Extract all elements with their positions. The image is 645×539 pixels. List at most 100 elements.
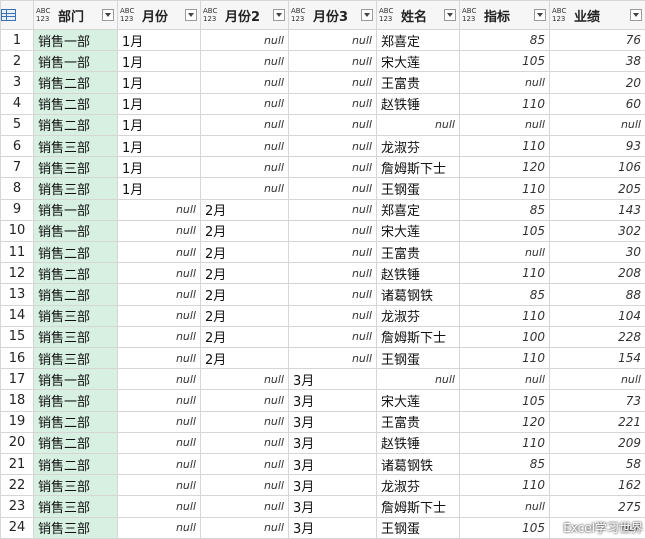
cell-dept[interactable]: 销售一部 <box>33 28 118 52</box>
cell-month2[interactable]: null <box>200 177 289 200</box>
cell-month[interactable]: null <box>117 453 201 476</box>
cell-dept[interactable]: 销售一部 <box>33 389 118 412</box>
cell-month[interactable]: 1月 <box>117 177 201 200</box>
cell-dept[interactable]: 销售一部 <box>33 219 118 243</box>
cell-month[interactable]: null <box>117 474 201 497</box>
cell-month[interactable]: 1月 <box>117 28 201 52</box>
cell-month[interactable]: null <box>117 431 201 455</box>
filter-dropdown-icon[interactable] <box>444 9 456 21</box>
filter-dropdown-icon[interactable] <box>630 9 642 21</box>
cell-month2[interactable]: null <box>200 113 289 137</box>
row-number[interactable]: 23 <box>0 495 34 518</box>
row-number[interactable]: 15 <box>0 325 34 349</box>
cell-performance[interactable]: 93 <box>549 135 645 158</box>
cell-dept[interactable]: 销售二部 <box>33 283 118 306</box>
type-any-icon[interactable]: ABC 123 <box>291 7 308 23</box>
cell-month3[interactable]: 3月 <box>288 389 377 412</box>
cell-month3[interactable]: null <box>288 325 377 349</box>
cell-performance[interactable]: 205 <box>549 177 645 200</box>
cell-target[interactable]: null <box>459 71 550 94</box>
cell-performance[interactable]: 73 <box>549 389 645 412</box>
row-number[interactable]: 10 <box>0 219 34 243</box>
cell-target[interactable]: 110 <box>459 347 550 370</box>
cell-month2[interactable]: null <box>200 156 289 179</box>
cell-dept[interactable]: 销售三部 <box>33 156 118 179</box>
row-number[interactable]: 3 <box>0 71 34 94</box>
cell-month[interactable]: null <box>117 347 201 370</box>
cell-performance[interactable]: 162 <box>549 474 645 497</box>
cell-target[interactable]: 85 <box>459 198 550 221</box>
cell-name[interactable]: 诸葛钢铁 <box>376 453 460 476</box>
cell-target[interactable]: null <box>459 368 550 391</box>
cell-month2[interactable]: 2月 <box>200 347 289 370</box>
cell-month[interactable]: null <box>117 410 201 433</box>
row-number[interactable]: 24 <box>0 516 34 539</box>
cell-name[interactable]: 郑喜定 <box>376 28 460 52</box>
cell-name[interactable]: 赵铁锤 <box>376 431 460 455</box>
cell-performance[interactable]: 302 <box>549 219 645 243</box>
cell-month3[interactable]: null <box>288 347 377 370</box>
cell-name[interactable]: 王富贵 <box>376 241 460 264</box>
cell-target[interactable]: 110 <box>459 177 550 200</box>
cell-dept[interactable]: 销售三部 <box>33 325 118 349</box>
cell-dept[interactable]: 销售二部 <box>33 71 118 94</box>
cell-month[interactable]: 1月 <box>117 113 201 137</box>
cell-month2[interactable]: null <box>200 516 289 539</box>
cell-performance[interactable]: 143 <box>549 198 645 221</box>
filter-dropdown-icon[interactable] <box>102 9 114 21</box>
cell-target[interactable]: 110 <box>459 431 550 455</box>
row-number[interactable]: 13 <box>0 283 34 306</box>
cell-performance[interactable]: 104 <box>549 304 645 327</box>
cell-month[interactable]: null <box>117 495 201 518</box>
cell-name[interactable]: 宋大莲 <box>376 389 460 412</box>
cell-dept[interactable]: 销售三部 <box>33 474 118 497</box>
cell-month3[interactable]: null <box>288 219 377 243</box>
cell-month3[interactable]: null <box>288 304 377 327</box>
cell-name[interactable]: null <box>376 113 460 137</box>
cell-target[interactable]: 105 <box>459 50 550 73</box>
column-header-performance[interactable]: ABC 123 业绩 <box>549 0 645 30</box>
row-number[interactable]: 20 <box>0 431 34 455</box>
cell-month3[interactable]: 3月 <box>288 368 377 391</box>
cell-performance[interactable]: 58 <box>549 453 645 476</box>
cell-name[interactable]: 詹姆斯下士 <box>376 156 460 179</box>
row-number[interactable]: 12 <box>0 262 34 285</box>
cell-dept[interactable]: 销售二部 <box>33 241 118 264</box>
cell-month2[interactable]: 2月 <box>200 283 289 306</box>
cell-target[interactable]: null <box>459 495 550 518</box>
cell-month3[interactable]: null <box>288 71 377 94</box>
cell-month[interactable]: null <box>117 198 201 221</box>
cell-name[interactable]: 詹姆斯下士 <box>376 325 460 349</box>
cell-month3[interactable]: null <box>288 156 377 179</box>
cell-performance[interactable]: null <box>549 113 645 137</box>
cell-name[interactable]: null <box>376 368 460 391</box>
cell-month3[interactable]: 3月 <box>288 410 377 433</box>
cell-month3[interactable]: null <box>288 241 377 264</box>
type-any-icon[interactable]: ABC 123 <box>203 7 220 23</box>
type-any-icon[interactable]: ABC 123 <box>36 7 53 23</box>
cell-month[interactable]: null <box>117 304 201 327</box>
row-number[interactable]: 7 <box>0 156 34 179</box>
column-header-month3[interactable]: ABC 123 月份3 <box>288 0 377 30</box>
cell-dept[interactable]: 销售三部 <box>33 177 118 200</box>
cell-month3[interactable]: null <box>288 92 377 115</box>
cell-month3[interactable]: 3月 <box>288 516 377 539</box>
cell-dept[interactable]: 销售二部 <box>33 113 118 137</box>
cell-target[interactable]: 110 <box>459 92 550 115</box>
cell-month3[interactable]: null <box>288 50 377 73</box>
row-number[interactable]: 14 <box>0 304 34 327</box>
cell-performance[interactable]: null <box>549 368 645 391</box>
cell-dept[interactable]: 销售一部 <box>33 198 118 221</box>
cell-performance[interactable]: 154 <box>549 347 645 370</box>
row-number[interactable]: 1 <box>0 28 34 52</box>
cell-month3[interactable]: null <box>288 135 377 158</box>
row-number[interactable]: 8 <box>0 177 34 200</box>
cell-month2[interactable]: 2月 <box>200 325 289 349</box>
column-header-month[interactable]: ABC 123 月份 <box>117 0 201 30</box>
cell-dept[interactable]: 销售二部 <box>33 431 118 455</box>
cell-performance[interactable]: 20 <box>549 71 645 94</box>
cell-name[interactable]: 赵铁锤 <box>376 92 460 115</box>
cell-month2[interactable]: null <box>200 431 289 455</box>
row-number[interactable]: 4 <box>0 92 34 115</box>
cell-target[interactable]: 120 <box>459 156 550 179</box>
